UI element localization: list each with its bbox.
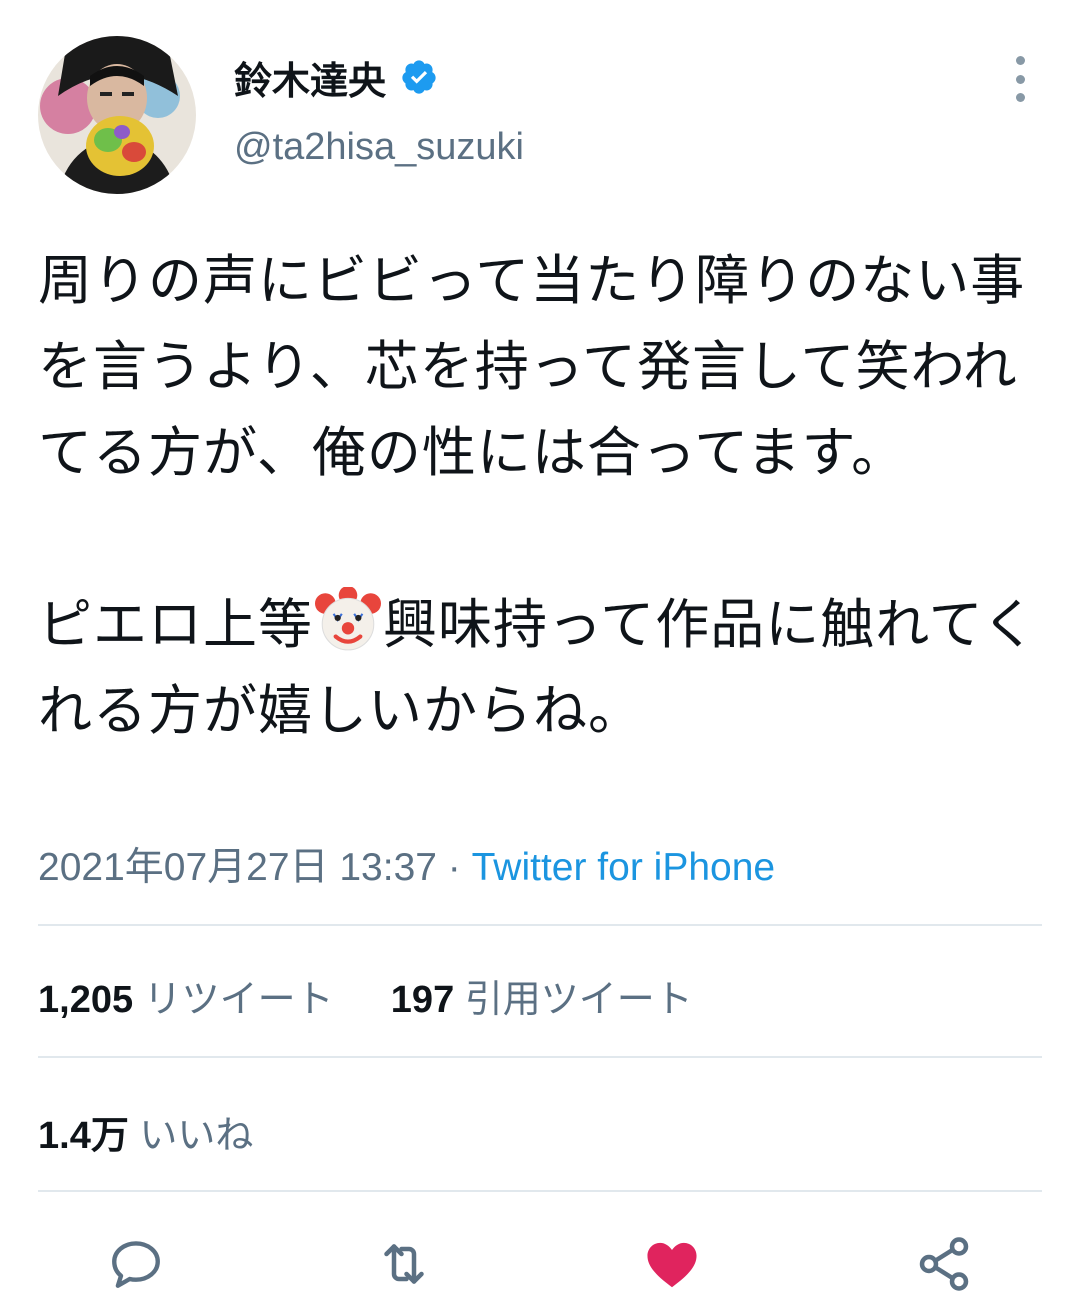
divider [38, 1056, 1042, 1058]
reply-icon [112, 1241, 160, 1288]
retweets-count: 1,205 [38, 979, 134, 1021]
likes-label: いいね [139, 1115, 254, 1157]
share-button[interactable] [912, 1232, 976, 1296]
likes-count: 1.4万 [38, 1115, 129, 1157]
like-icon [647, 1242, 697, 1288]
author-name-row[interactable]: 鈴木達央 [234, 48, 438, 106]
divider [38, 924, 1042, 926]
tweet-timestamp[interactable]: 2021年07月27日 13:37 [38, 846, 437, 889]
quotes-count: 197 [390, 979, 455, 1021]
meta-separator: · [436, 846, 472, 889]
reply-button[interactable] [104, 1232, 168, 1296]
author-handle[interactable]: @ta2hisa_suzuki [234, 126, 524, 169]
retweet-stats: 1,205 リツイート 197 引用ツイート [38, 968, 693, 1023]
retweets-link[interactable]: 1,205 リツイート [38, 979, 334, 1021]
quotes-label: 引用ツイート [464, 979, 693, 1021]
like-button[interactable] [640, 1232, 704, 1296]
tweet-text: 周りの声にビビって当たり障りのない事を言うより、芯を持って発言して笑われてる方が… [38, 238, 1048, 754]
avatar-image [38, 36, 196, 194]
divider [38, 1190, 1042, 1192]
tweet-meta: 2021年07月27日 13:37 · Twitter for iPhone [38, 836, 775, 892]
quotes-link[interactable]: 197 引用ツイート [391, 979, 693, 1021]
more-options-icon[interactable] [1000, 56, 1040, 102]
tweet-source-link[interactable]: Twitter for iPhone [472, 846, 775, 889]
author-name[interactable]: 鈴木達央 [234, 50, 386, 105]
share-icon [919, 1237, 969, 1291]
verified-badge-icon [402, 60, 436, 94]
likes-link[interactable]: 1.4万 いいね [38, 1104, 253, 1159]
avatar[interactable] [38, 36, 196, 194]
retweets-label: リツイート [143, 979, 334, 1021]
retweet-button[interactable] [372, 1232, 436, 1296]
clown-face-icon [315, 587, 381, 651]
retweet-icon [384, 1244, 424, 1284]
